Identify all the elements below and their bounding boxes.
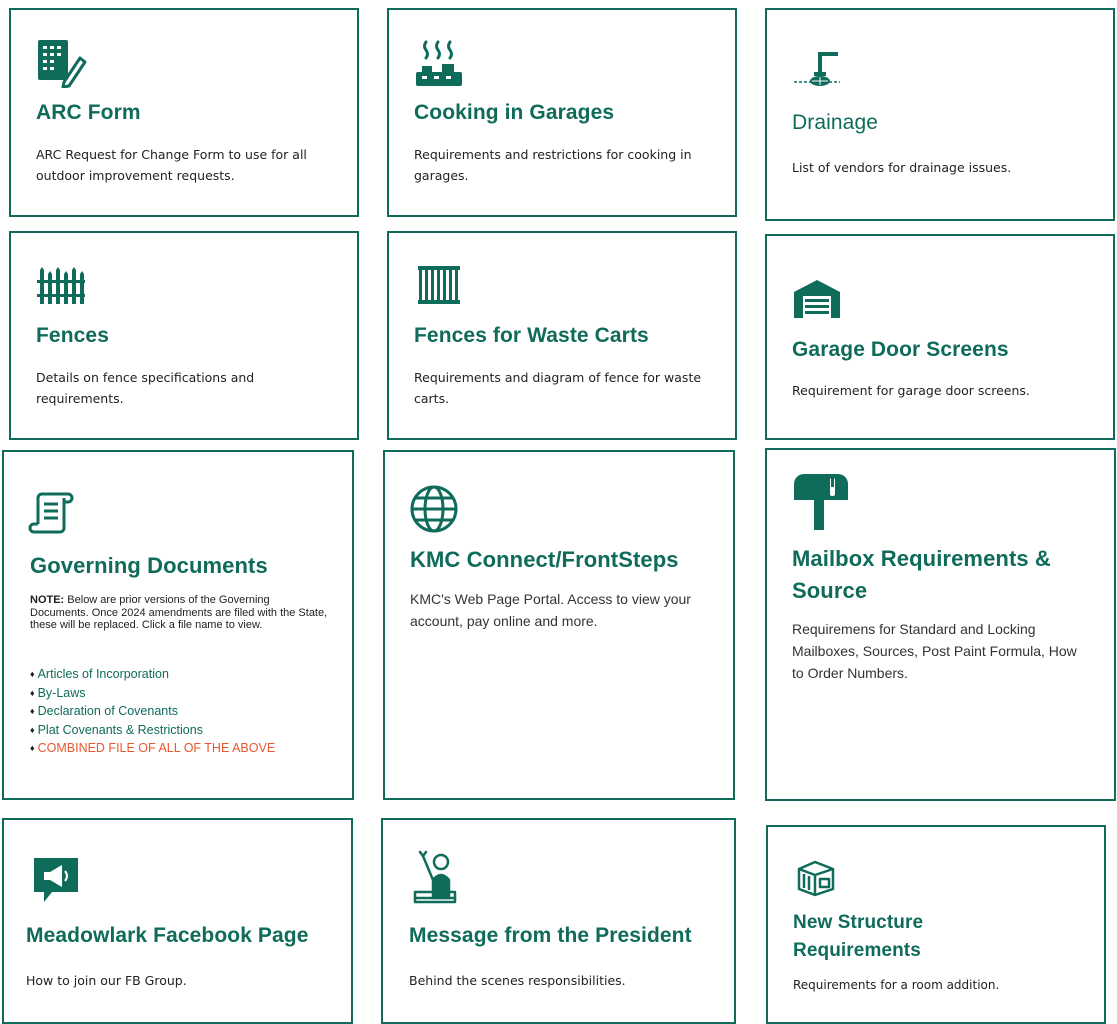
card-description: ARC Request for Change Form to use for a… (36, 147, 307, 183)
link-by-laws[interactable]: By-Laws (38, 686, 86, 700)
card-title: Fences (36, 324, 109, 347)
card-description: Behind the scenes responsibilities. (409, 973, 626, 988)
card-cooking-in-garages[interactable]: Cooking in Garages Requirements and rest… (387, 8, 737, 217)
card-arc-form[interactable]: ARC Form ARC Request for Change Form to … (9, 8, 359, 217)
link-plat-covenants-restrictions[interactable]: Plat Covenants & Restrictions (38, 723, 203, 737)
card-title: Garage Door Screens (792, 338, 1009, 361)
drain-pipe-icon (792, 50, 842, 90)
garage-icon (792, 278, 842, 320)
card-title-line: Mailbox Requirements & (792, 546, 1051, 571)
note-label: NOTE: (30, 594, 65, 606)
card-description: List of vendors for drainage issues. (792, 160, 1012, 175)
card-description: KMC's Web Page Portal. Access to view yo… (410, 591, 691, 629)
diamond-bullet-icon: ♦ (30, 743, 35, 753)
card-meadowlark-facebook[interactable]: Meadowlark Facebook Page How to join our… (2, 818, 353, 1024)
card-title: Mailbox Requirements & Source (792, 543, 1051, 607)
card-description: Requirements and diagram of fence for wa… (414, 370, 702, 406)
card-description: Requirements and restrictions for cookin… (414, 147, 692, 183)
diamond-bullet-icon: ♦ (30, 669, 35, 679)
card-title: ARC Form (36, 101, 141, 124)
list-item: ♦ By-Laws (30, 684, 275, 703)
card-mailbox[interactable]: Mailbox Requirements & Source Requiremen… (765, 448, 1116, 801)
governing-documents-list: ♦ Articles of Incorporation ♦ By-Laws ♦ Dec… (30, 665, 275, 758)
card-title: Message from the President (409, 924, 692, 947)
card-description: How to join our FB Group. (26, 973, 187, 988)
card-description: Requirements for a room addition. (793, 978, 1000, 992)
megaphone-icon (32, 856, 80, 904)
card-fences[interactable]: Fences Details on fence specifications a… (9, 231, 359, 440)
card-title: Cooking in Garages (414, 101, 615, 124)
card-description: Details on fence specifications and requ… (36, 370, 255, 406)
card-title: Drainage (792, 111, 879, 134)
card-title: New Structure Requirements (793, 909, 923, 965)
mailbox-icon (792, 472, 852, 532)
note-text: Below are prior versions of the Governin… (30, 594, 328, 631)
globe-icon (409, 484, 459, 534)
form-pen-icon (36, 38, 88, 88)
link-declaration-of-covenants[interactable]: Declaration of Covenants (38, 704, 178, 718)
grill-icon (414, 38, 464, 88)
person-waving-icon (411, 848, 465, 906)
card-title: Fences for Waste Carts (414, 324, 649, 347)
card-title: Governing Documents (30, 553, 268, 578)
link-articles-of-incorporation[interactable]: Articles of Incorporation (38, 667, 169, 681)
list-item: ♦ Declaration of Covenants (30, 702, 275, 721)
scroll-icon (28, 490, 76, 536)
list-item: ♦ Plat Covenants & Restrictions (30, 721, 275, 740)
card-fences-for-waste-carts[interactable]: Fences for Waste Carts Requirements and … (387, 231, 737, 440)
list-item: ♦ COMBINED FILE OF ALL OF THE ABOVE (30, 739, 275, 758)
diamond-bullet-icon: ♦ (30, 706, 35, 716)
card-drainage[interactable]: Drainage List of vendors for drainage is… (765, 8, 1115, 221)
card-description: Requiremens for Standard and Locking Mai… (792, 621, 1077, 681)
card-new-structure[interactable]: New Structure Requirements Requirements … (766, 825, 1106, 1024)
diamond-bullet-icon: ♦ (30, 687, 35, 698)
card-message-from-president[interactable]: Message from the President Behind the sc… (381, 818, 736, 1024)
card-description: Requirement for garage door screens. (792, 383, 1030, 398)
list-item: ♦ Articles of Incorporation (30, 665, 275, 684)
card-title-line: Source (792, 578, 868, 603)
building-box-icon (795, 859, 837, 897)
card-title-line: Requirements (793, 940, 921, 961)
fence-icon (36, 266, 86, 306)
card-kmc-connect[interactable]: KMC Connect/FrontSteps KMC's Web Page Po… (383, 450, 735, 800)
card-garage-door-screens[interactable]: Garage Door Screens Requirement for gara… (765, 234, 1115, 440)
link-combined-file[interactable]: COMBINED FILE OF ALL OF THE ABOVE (38, 741, 276, 755)
fence-panel-icon (416, 264, 462, 306)
card-governing-documents: Governing Documents NOTE: Below are prio… (2, 450, 354, 800)
governing-documents-note: NOTE: Below are prior versions of the Go… (30, 594, 330, 632)
diamond-bullet-icon: ♦ (30, 724, 35, 735)
card-title-line: New Structure (793, 912, 924, 933)
card-title: KMC Connect/FrontSteps (410, 547, 679, 572)
card-title: Meadowlark Facebook Page (26, 924, 309, 947)
